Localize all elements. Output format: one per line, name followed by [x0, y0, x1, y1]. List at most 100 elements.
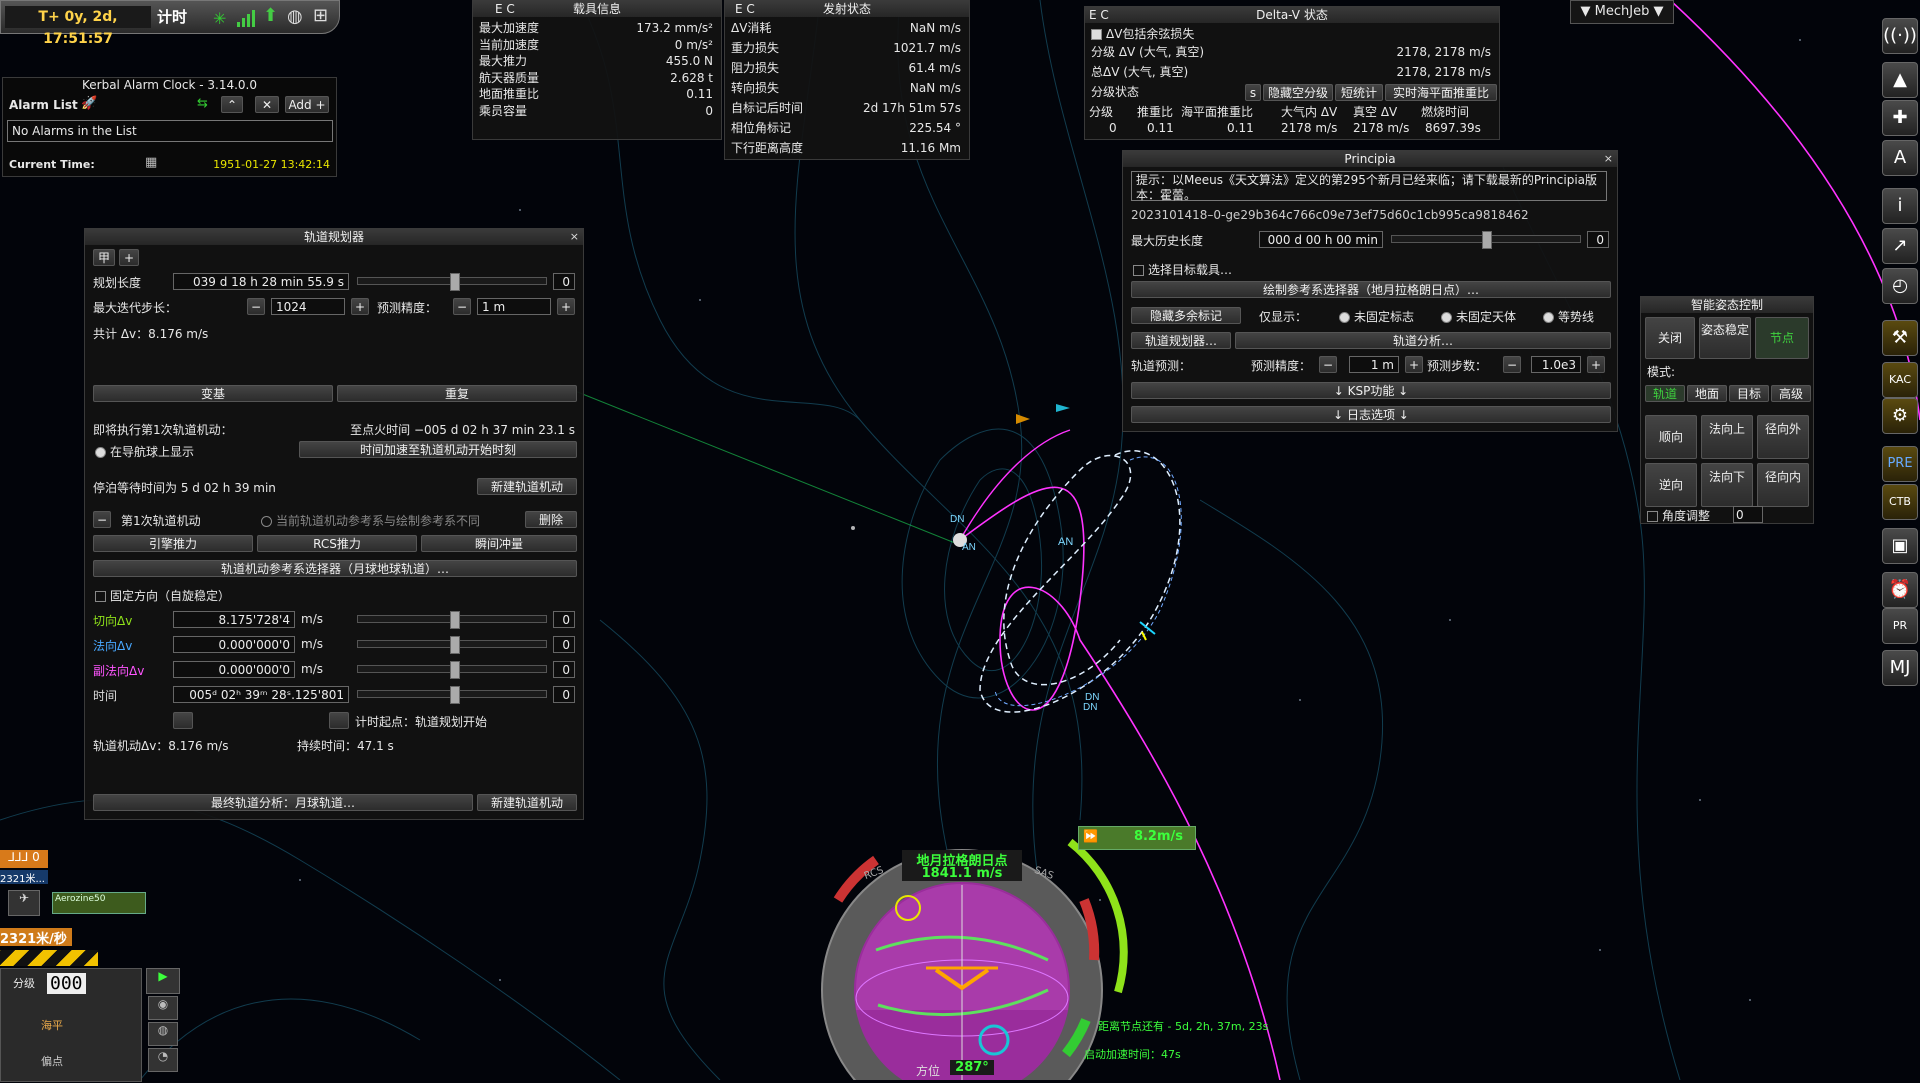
alarm-up-button[interactable]: ⌃	[221, 96, 243, 113]
principia-titlebar[interactable]: Principia ×	[1123, 151, 1617, 167]
map-toggle-icon[interactable]: ▶	[146, 968, 180, 994]
max-step-input[interactable]: 1024	[271, 298, 345, 315]
burn-dv-indicator[interactable]: ⏩ 8.2m/s	[1078, 826, 1196, 850]
info-icon[interactable]: i	[1882, 188, 1918, 224]
sas-mode-0[interactable]: 轨道	[1645, 385, 1685, 402]
timer-origin-toggle-b[interactable]	[329, 712, 349, 729]
principia-icon[interactable]: PR	[1882, 608, 1918, 644]
mission-clock[interactable]: T+ 0y, 2d, 17:51:57 计时 ✳ ⬆ ◍ ⊞	[0, 0, 340, 47]
tangent-slider[interactable]	[357, 611, 547, 629]
mechjeb-icon[interactable]: MJ	[1882, 650, 1918, 686]
tangent-reset[interactable]: 0	[553, 611, 575, 628]
plan-length-input[interactable]: 039 d 18 h 28 min 55.9 s	[173, 273, 349, 290]
impulse-button[interactable]: 瞬间冲量	[421, 535, 577, 552]
alarm-refresh-icon[interactable]: ⇆	[197, 96, 208, 111]
fixed-dir-checkbox[interactable]: 固定方向（自旋稳定）	[95, 587, 230, 604]
deltav-titlebar[interactable]: E C Delta-V 状态	[1085, 7, 1499, 23]
steps-plus[interactable]: +	[1587, 356, 1605, 373]
steps-minus[interactable]: −	[1503, 356, 1521, 373]
history-input[interactable]: 000 d 00 h 00 min	[1259, 231, 1383, 248]
part-icon[interactable]: ✈	[8, 890, 40, 916]
precision-minus[interactable]: −	[1319, 356, 1337, 373]
new-burn-button-2[interactable]: 新建轨道机动	[477, 794, 577, 811]
normal-input[interactable]: 0.000'000'0	[173, 636, 295, 653]
wrench-icon[interactable]: ↗	[1882, 228, 1918, 264]
planner-precision-minus[interactable]: −	[453, 298, 471, 315]
max-step-plus[interactable]: +	[351, 298, 369, 315]
mechjeb-tab[interactable]: ▼ MechJeb ▼	[1570, 0, 1674, 24]
precision-plus[interactable]: +	[1405, 356, 1423, 373]
live-sea-twr-button[interactable]: 实时海平面推重比	[1385, 84, 1497, 101]
pre-icon[interactable]: PRE	[1882, 446, 1918, 482]
log-options-button[interactable]: ↓ 日志选项 ↓	[1131, 406, 1611, 423]
sas-mode-1[interactable]: 地面	[1687, 385, 1727, 402]
tangent-input[interactable]: 8.175'728'4	[173, 611, 295, 628]
planner-precision-plus[interactable]: +	[557, 298, 575, 315]
graph-icon[interactable]: ⚙	[1882, 398, 1918, 434]
opt-unfixed-bodies[interactable]: 未固定天体	[1441, 308, 1516, 325]
sas-kill-button[interactable]: 姿态稳定	[1699, 317, 1751, 359]
kerbal-globe-icon[interactable]: ◍	[148, 1022, 178, 1046]
flight-planner-button[interactable]: 轨道规划器…	[1131, 332, 1231, 349]
angle-adjust[interactable]: 角度调整	[1647, 507, 1710, 524]
clock-icon[interactable]: ◴	[1882, 268, 1918, 304]
throttle-gauge[interactable]	[1050, 832, 1140, 1002]
fuel-icon[interactable]: ▲	[1882, 62, 1918, 98]
precision-input[interactable]: 1 m	[1349, 356, 1399, 373]
plan-length-right[interactable]: 0	[553, 273, 575, 290]
planner-icon[interactable]: ▣	[1882, 528, 1918, 564]
max-step-minus[interactable]: −	[247, 298, 265, 315]
altitude-mode[interactable]: 海平	[41, 1017, 63, 1033]
warp-to-burn-button[interactable]: 时间加速至轨道机动开始时刻	[299, 441, 577, 458]
timer-origin-toggle-a[interactable]	[173, 712, 193, 729]
an-marker-2[interactable]: AN	[1058, 536, 1073, 548]
angle-input[interactable]: 0	[1733, 506, 1763, 523]
show-navball-checkbox[interactable]: 在导航球上显示	[95, 443, 194, 460]
deltav-include-checkbox[interactable]	[1091, 29, 1102, 40]
time-input[interactable]: 005ᵈ 02ʰ 39ᵐ 28ˢ.125'801	[173, 686, 349, 703]
short-stats-button[interactable]: 短统计	[1335, 84, 1383, 101]
hide-empty-stages-button[interactable]: 隐藏空分级	[1263, 84, 1333, 101]
alarm-icon[interactable]: ⏰	[1882, 572, 1918, 608]
launch-status-titlebar[interactable]: E C 发射状态	[725, 1, 969, 17]
planner-tab-1[interactable]: 甲	[93, 249, 115, 266]
steps-input[interactable]: 1.0e3	[1531, 356, 1581, 373]
final-analysis-button[interactable]: 最终轨道分析：月球轨道…	[93, 794, 473, 811]
kerbal-icon[interactable]: A	[1882, 140, 1918, 176]
planner-precision-input[interactable]: 1 m	[477, 298, 551, 315]
delete-burn-button[interactable]: 删除	[525, 511, 577, 528]
opt-equipotential[interactable]: 等势线	[1543, 308, 1594, 325]
staging-top-icon[interactable]: ⅃⅃⅃ 0	[0, 850, 48, 868]
dn-marker-3[interactable]: DN	[1083, 702, 1097, 713]
deltav-include-cosine[interactable]: ΔV包括余弦损失	[1091, 25, 1194, 43]
sas-node-button[interactable]: 节点	[1755, 317, 1809, 359]
dn-marker[interactable]: DN	[950, 514, 964, 525]
history-right[interactable]: 0	[1587, 231, 1609, 248]
rebase-button[interactable]: 变基	[93, 385, 333, 402]
radial-in-button[interactable]: 径向内	[1757, 463, 1809, 507]
alarm-settings-button[interactable]: ✕	[255, 96, 279, 113]
network-icon[interactable]: ⊞	[313, 5, 328, 26]
globe-icon[interactable]: ◍	[287, 6, 303, 27]
normal-slider[interactable]	[357, 636, 547, 654]
binormal-slider[interactable]	[357, 661, 547, 679]
close-icon[interactable]: ×	[1604, 151, 1613, 167]
time-reset[interactable]: 0	[553, 686, 575, 703]
plan-length-slider[interactable]	[357, 273, 547, 291]
burn-frame-selector[interactable]: 轨道机动参考系选择器（月球地球轨道）…	[93, 560, 577, 577]
tools-icon[interactable]: ✚	[1882, 100, 1918, 136]
history-slider[interactable]	[1391, 231, 1581, 249]
radial-out-button[interactable]: 径向外	[1757, 415, 1809, 459]
antenna-icon[interactable]: ((·))	[1882, 18, 1918, 54]
binormal-input[interactable]: 0.000'000'0	[173, 661, 295, 678]
alarm-rocket-icon[interactable]: 🚀	[81, 96, 97, 111]
binormal-reset[interactable]: 0	[553, 661, 575, 678]
retrograde-button[interactable]: 逆向	[1645, 463, 1697, 507]
hide-markers-button[interactable]: 隐藏多余标记	[1131, 307, 1241, 324]
orbit-mode[interactable]: 偏点	[41, 1053, 63, 1069]
ksp-features-button[interactable]: ↓ KSP功能 ↓	[1131, 382, 1611, 399]
rcs-thrust-button[interactable]: RCS推力	[257, 535, 417, 552]
engine-thrust-button[interactable]: 引擎推力	[93, 535, 253, 552]
planner-titlebar[interactable]: 轨道规划器 ×	[85, 229, 583, 245]
sas-mode-2[interactable]: 目标	[1729, 385, 1769, 402]
